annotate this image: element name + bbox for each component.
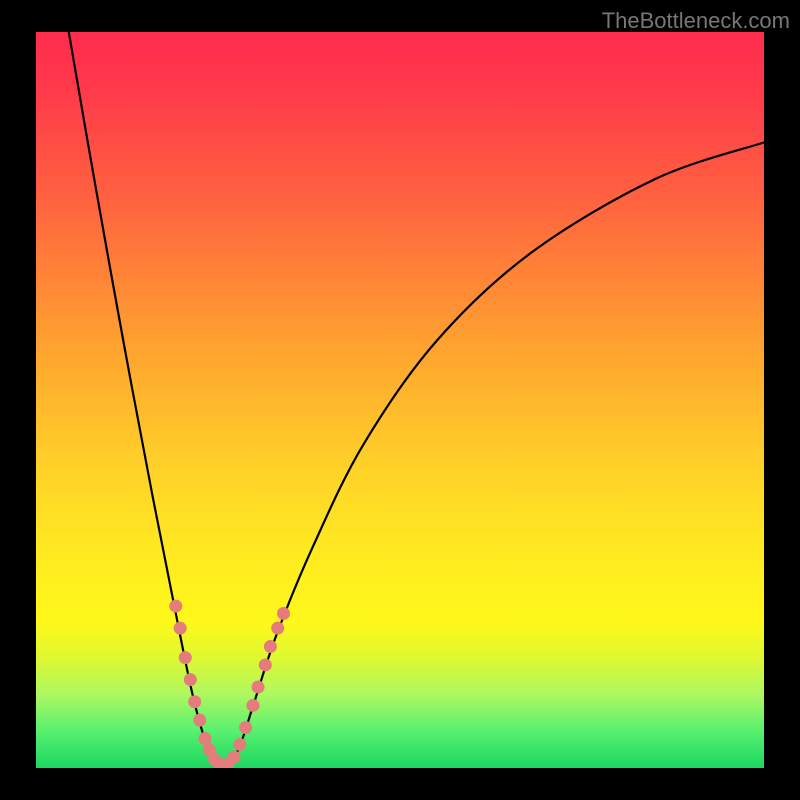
data-point <box>169 600 182 613</box>
data-point <box>264 640 277 653</box>
chart-svg <box>36 32 764 768</box>
data-point <box>174 622 187 635</box>
data-point <box>228 750 241 763</box>
watermark-text: TheBottleneck.com <box>602 8 790 34</box>
data-point <box>193 714 206 727</box>
data-point <box>259 658 272 671</box>
data-point <box>188 695 201 708</box>
data-point <box>233 738 246 751</box>
data-point <box>277 607 290 620</box>
data-points-cluster <box>169 600 290 768</box>
data-point <box>179 651 192 664</box>
data-point <box>184 673 197 686</box>
data-point <box>271 622 284 635</box>
bottleneck-curve <box>69 32 764 767</box>
data-point <box>239 721 252 734</box>
data-point <box>252 681 265 694</box>
data-point <box>246 699 259 712</box>
